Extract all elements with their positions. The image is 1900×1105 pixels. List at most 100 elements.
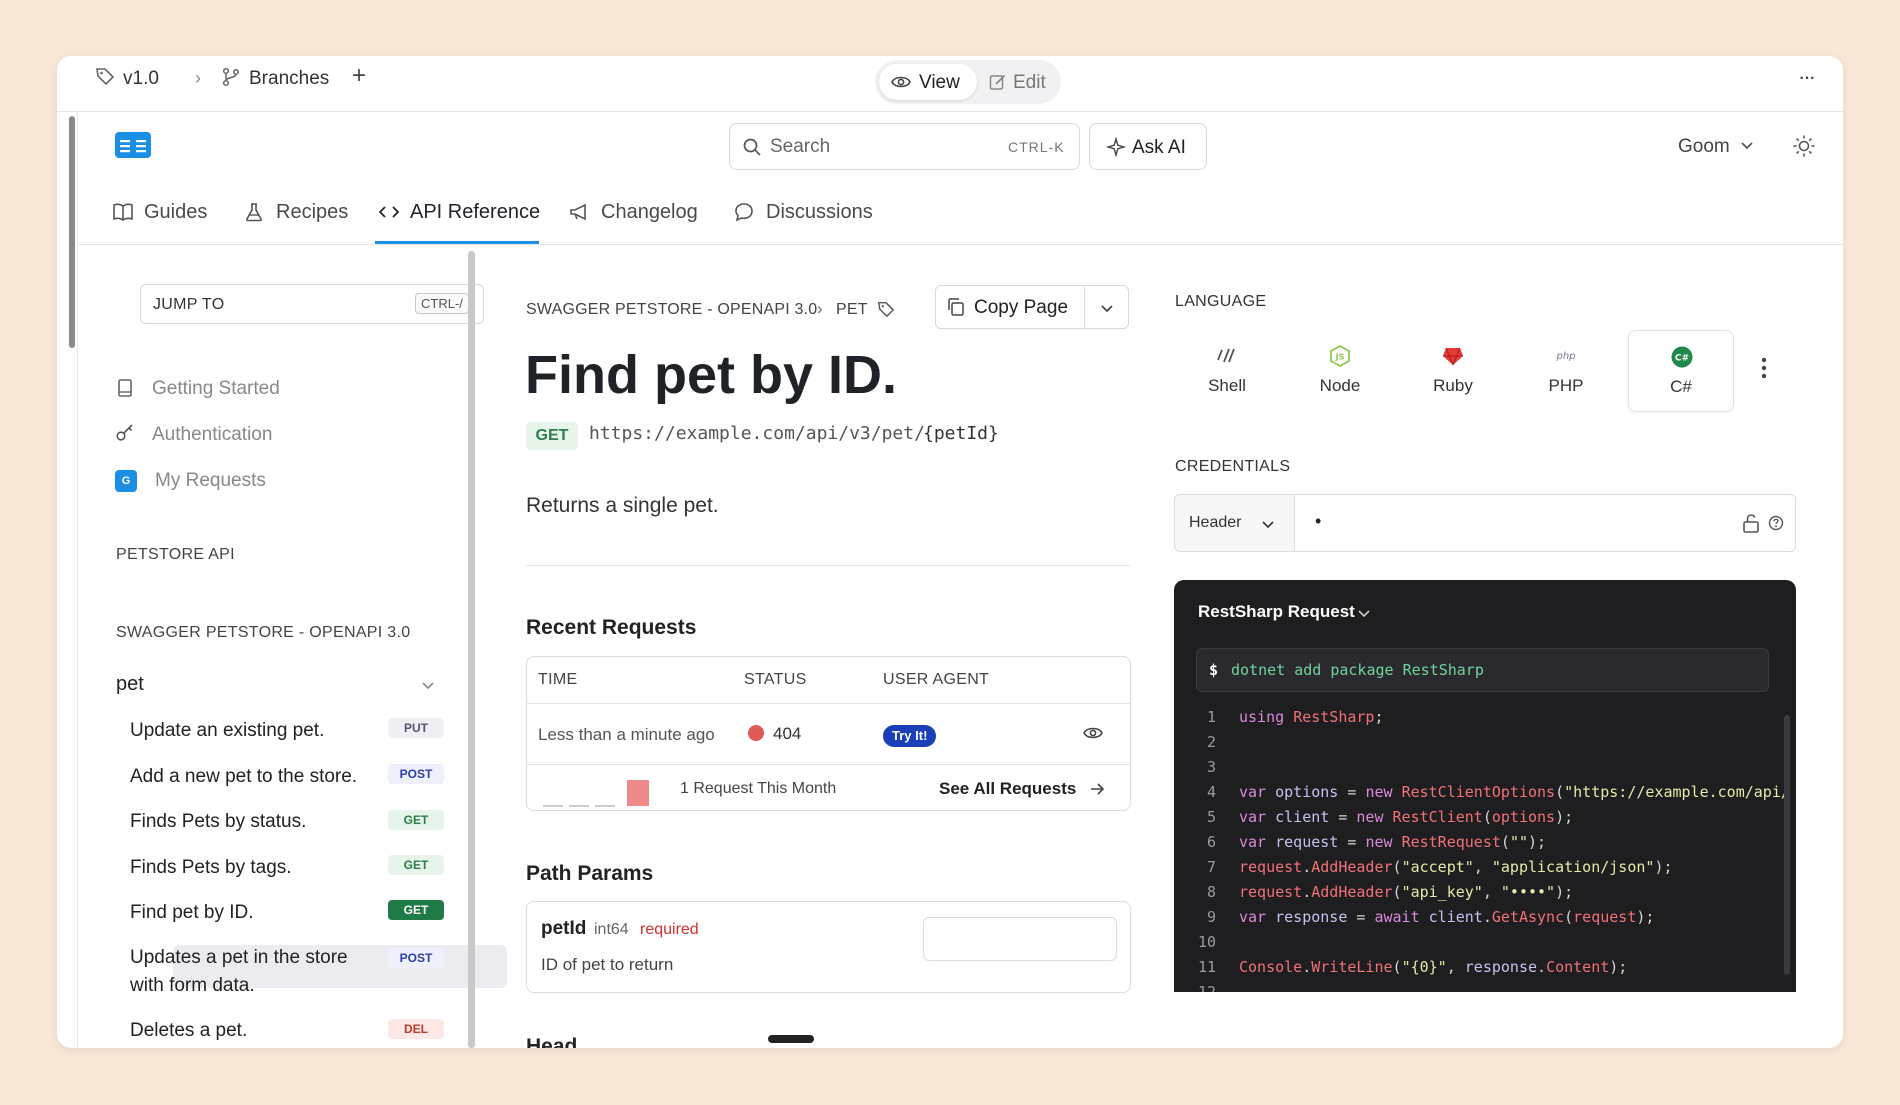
svg-text:php: php <box>1555 351 1575 362</box>
breadcrumb-spec[interactable]: SWAGGER PETSTORE - OPENAPI 3.0 <box>526 301 817 319</box>
page-title: Find pet by ID. <box>525 345 897 405</box>
sidebar-endpoint[interactable]: Add a new pet to the store. <box>130 766 357 788</box>
more-languages-icon[interactable] <box>1761 357 1767 379</box>
see-all-requests-link[interactable]: See All Requests <box>939 779 1076 799</box>
scrollbar[interactable] <box>69 116 75 348</box>
scroll-indicator[interactable] <box>768 1035 814 1043</box>
code-line: request.AddHeader("api_key", "••••"); <box>1239 883 1574 901</box>
search-placeholder: Search <box>770 136 831 157</box>
breadcrumb-tag[interactable]: PET <box>836 301 868 319</box>
path-params-card: petId int64 required ID of pet to return <box>526 901 1131 993</box>
code-line: using RestSharp; <box>1239 708 1384 726</box>
path-params-title: Path Params <box>526 862 654 885</box>
docs-logo-icon[interactable] <box>115 132 151 158</box>
table-row[interactable]: Less than a minute ago 404 Try It! <box>527 704 1130 764</box>
code-line: Console.WriteLine("{0}", response.Conten… <box>1239 958 1628 976</box>
method-pill-get: GET <box>526 422 578 450</box>
language-shell[interactable]: Shell <box>1177 330 1277 410</box>
chevron-down-icon[interactable] <box>1099 300 1115 316</box>
edit-button[interactable]: Edit <box>1013 72 1046 94</box>
code-icon <box>378 202 400 222</box>
language-node[interactable]: JS Node <box>1290 330 1390 410</box>
method-badge-get: GET <box>388 900 444 920</box>
tab-api-reference[interactable]: API Reference <box>378 196 540 228</box>
language-label: Shell <box>1208 376 1246 395</box>
arrow-right-icon <box>1089 781 1105 797</box>
method-badge-post: POST <box>388 764 444 784</box>
credential-type-select[interactable]: Header <box>1175 495 1295 551</box>
tab-recipes[interactable]: Recipes <box>244 196 348 228</box>
eye-icon[interactable] <box>1082 725 1104 741</box>
tab-guides[interactable]: Guides <box>112 196 207 228</box>
language-label: PHP <box>1548 376 1584 395</box>
ask-ai-button[interactable]: Ask AI <box>1089 123 1207 170</box>
branch-icon <box>222 67 240 87</box>
sidebar-scrollbar[interactable] <box>468 251 475 1048</box>
shell-prompt-icon: $ <box>1209 661 1219 679</box>
api-key-input[interactable]: • <box>1315 511 1321 532</box>
megaphone-icon <box>569 202 591 222</box>
add-branch-button[interactable]: + <box>352 62 366 90</box>
tab-guides-label: Guides <box>144 200 208 223</box>
pet-id-input[interactable] <box>923 917 1117 961</box>
code-line: var options = new RestClientOptions("htt… <box>1239 783 1790 801</box>
csharp-icon: C# <box>1670 345 1694 369</box>
column-header-time: TIME <box>538 671 578 688</box>
language-php[interactable]: php PHP <box>1516 330 1616 410</box>
tab-changelog[interactable]: Changelog <box>569 196 698 228</box>
param-required: required <box>640 921 699 938</box>
request-sparkline <box>543 778 653 808</box>
sidebar-endpoint-active[interactable]: Find pet by ID. <box>130 902 254 924</box>
jump-to-input[interactable]: JUMP TO CTRL-/ <box>140 284 484 324</box>
code-sample-title[interactable]: RestSharp Request <box>1198 602 1355 622</box>
theme-toggle-icon[interactable] <box>1792 134 1816 158</box>
sidebar-endpoint[interactable]: Finds Pets by status. <box>130 811 306 833</box>
sidebar-section-heading: SWAGGER PETSTORE - OPENAPI 3.0 <box>116 624 411 641</box>
code-scrollbar[interactable] <box>1784 715 1790 975</box>
svg-text:JS: JS <box>1335 353 1345 362</box>
edit-icon <box>989 73 1007 91</box>
sidebar-item-my-requests[interactable]: My Requests <box>155 470 266 492</box>
copy-page-button[interactable]: Copy Page <box>935 285 1129 329</box>
param-description: ID of pet to return <box>541 955 674 974</box>
my-requests-icon: G <box>115 470 137 492</box>
param-name: petId <box>541 918 587 939</box>
tab-discussions[interactable]: Discussions <box>734 196 873 228</box>
sidebar-endpoint[interactable]: Finds Pets by tags. <box>130 857 292 879</box>
sidebar-endpoint[interactable]: Updates a pet in the store <box>130 947 348 969</box>
sidebar-section-heading: PETSTORE API <box>116 546 235 563</box>
chevron-down-icon[interactable] <box>1357 606 1371 620</box>
chevron-down-icon[interactable] <box>420 677 436 693</box>
unlock-icon[interactable] <box>1741 513 1761 533</box>
search-input[interactable]: Search CTRL-K <box>729 123 1080 170</box>
sidebar-group-pet[interactable]: pet <box>116 673 144 696</box>
language-label: Ruby <box>1433 376 1473 395</box>
help-icon[interactable] <box>1768 515 1784 531</box>
chevron-down-icon[interactable] <box>1740 138 1754 152</box>
credentials-field: Header • <box>1174 494 1796 552</box>
more-options-icon[interactable]: ··· <box>1798 64 1816 90</box>
line-number: 11 <box>1197 958 1216 976</box>
version-label[interactable]: v1.0 <box>123 68 159 90</box>
sidebar-item-getting-started[interactable]: Getting Started <box>152 378 280 400</box>
method-badge-put: PUT <box>388 718 444 738</box>
sidebar-endpoint[interactable]: Update an existing pet. <box>130 720 324 742</box>
tag-icon <box>877 300 895 318</box>
request-time: Less than a minute ago <box>538 725 715 744</box>
sidebar-endpoint-label-line2[interactable]: with form data. <box>130 975 255 997</box>
nodejs-icon: JS <box>1328 344 1352 368</box>
sidebar-item-authentication[interactable]: Authentication <box>152 424 272 446</box>
user-menu[interactable]: Goom <box>1678 136 1730 158</box>
view-button[interactable]: View <box>879 64 977 100</box>
top-bar: v1.0 › Branches + View Edit ··· <box>57 56 1843 112</box>
svg-text:C#: C# <box>1675 354 1689 364</box>
method-badge-get: GET <box>388 810 444 830</box>
branches-button[interactable]: Branches <box>249 68 329 90</box>
sidebar-endpoint[interactable]: Deletes a pet. <box>130 1020 247 1042</box>
code-line: request.AddHeader("accept", "application… <box>1239 858 1673 876</box>
language-csharp[interactable]: C# C# <box>1628 330 1734 412</box>
install-command-text: dotnet add package RestSharp <box>1231 661 1484 679</box>
language-ruby[interactable]: Ruby <box>1403 330 1503 410</box>
code-line: var client = new RestClient(options); <box>1239 808 1574 826</box>
copy-page-label: Copy Page <box>974 297 1069 318</box>
